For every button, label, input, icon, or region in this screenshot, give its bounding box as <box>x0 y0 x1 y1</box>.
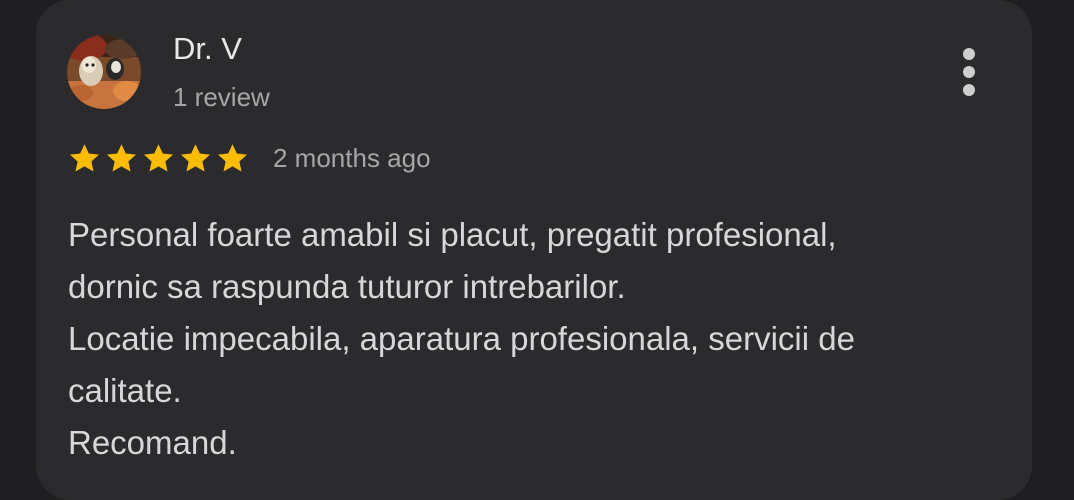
avatar-photo <box>67 35 141 109</box>
author-review-count: 1 review <box>173 82 270 112</box>
more-options-button[interactable] <box>948 44 990 100</box>
star-icon <box>178 141 213 176</box>
review-date: 2 months ago <box>273 142 431 173</box>
star-icon <box>67 141 102 176</box>
review-text-line: Recomand. <box>68 424 237 461</box>
more-vert-icon-dot <box>963 66 975 78</box>
more-vert-icon-dot <box>963 84 975 96</box>
review-text-line: dornic sa raspunda tuturor intrebarilor. <box>68 268 626 305</box>
star-icon <box>215 141 250 176</box>
review-text: Personal foarte amabil si placut, pregat… <box>68 209 998 469</box>
author-name[interactable]: Dr. V <box>173 30 242 68</box>
review-card: Dr. V 1 review 2 months ago Personal foa… <box>36 0 1032 500</box>
review-text-line: Locatie impecabila, aparatura profesiona… <box>68 320 855 357</box>
more-vert-icon <box>963 48 975 60</box>
rating-row: 2 months ago <box>67 138 431 178</box>
review-text-line: calitate. <box>68 372 182 409</box>
star-icon <box>141 141 176 176</box>
star-rating <box>67 141 250 176</box>
review-text-line: Personal foarte amabil si placut, pregat… <box>68 216 837 253</box>
star-icon <box>104 141 139 176</box>
avatar[interactable] <box>67 35 141 109</box>
